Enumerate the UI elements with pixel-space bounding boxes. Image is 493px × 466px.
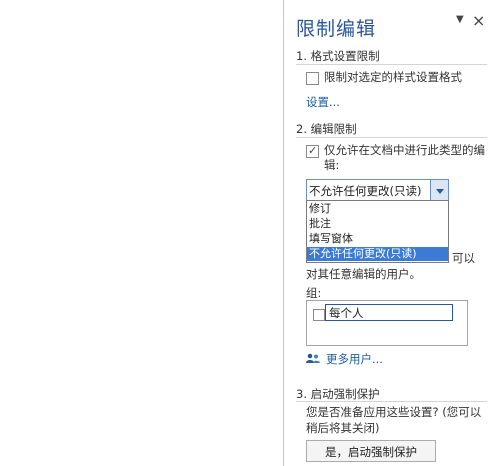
pane-title: 限制编辑 bbox=[296, 18, 377, 40]
groups-label: 组: bbox=[306, 286, 322, 300]
groups-list: 每个人 bbox=[306, 300, 468, 346]
settings-link[interactable]: 设置... bbox=[306, 94, 340, 110]
formatting-restriction-label: 限制对选定的样式设置格式 bbox=[324, 70, 462, 84]
dropdown-option-read-only[interactable]: 不允许任何更改(只读) bbox=[307, 247, 448, 261]
editing-type-dropdown: 修订 批注 填写窗体 不允许任何更改(只读) bbox=[306, 200, 449, 263]
restrict-editing-pane: 限制编辑 ▼ × 1. 格式设置限制 限制对选定的样式设置格式 设置... 2.… bbox=[284, 0, 493, 466]
divider bbox=[296, 64, 487, 65]
more-users-link[interactable]: 更多用户... bbox=[326, 351, 383, 367]
editing-restriction-checkbox[interactable] bbox=[306, 143, 319, 158]
close-icon[interactable]: × bbox=[472, 11, 485, 30]
everyone-checkbox[interactable] bbox=[313, 309, 325, 321]
formatting-restriction-row: 限制对选定的样式设置格式 bbox=[306, 70, 492, 85]
enforcement-description: 您是否准备应用这些设置? (您可以稍后将其关闭) bbox=[306, 405, 482, 435]
exceptions-text-tail: 可以 bbox=[452, 251, 475, 265]
section-formatting-heading: 1. 格式设置限制 bbox=[296, 49, 380, 63]
section-enforcement-heading: 3. 启动强制保护 bbox=[296, 387, 380, 401]
document-canvas[interactable] bbox=[0, 0, 283, 466]
divider bbox=[296, 401, 487, 402]
formatting-restriction-checkbox[interactable] bbox=[306, 72, 319, 85]
exceptions-text: 对其任意编辑的用户。 bbox=[306, 267, 421, 281]
editing-restriction-row: 仅允许在文档中进行此类型的编辑: bbox=[306, 143, 493, 173]
editing-restriction-label: 仅允许在文档中进行此类型的编辑: bbox=[324, 143, 485, 172]
chevron-down-icon[interactable] bbox=[430, 180, 448, 201]
editing-type-value: 不允许任何更改(只读) bbox=[309, 184, 422, 198]
start-enforcing-button[interactable]: 是，启动强制保护 bbox=[306, 440, 436, 462]
divider bbox=[296, 137, 487, 138]
pane-options-icon[interactable]: ▼ bbox=[456, 14, 464, 25]
people-icon bbox=[306, 353, 320, 363]
editing-type-select[interactable]: 不允许任何更改(只读) bbox=[306, 179, 449, 202]
dropdown-option-filling-forms[interactable]: 填写窗体 bbox=[307, 232, 448, 246]
section-editing-heading: 2. 编辑限制 bbox=[296, 122, 357, 136]
everyone-group-name[interactable]: 每个人 bbox=[325, 304, 453, 321]
dropdown-option-tracked-changes[interactable]: 修订 bbox=[307, 202, 448, 216]
dropdown-option-comments[interactable]: 批注 bbox=[307, 217, 448, 231]
